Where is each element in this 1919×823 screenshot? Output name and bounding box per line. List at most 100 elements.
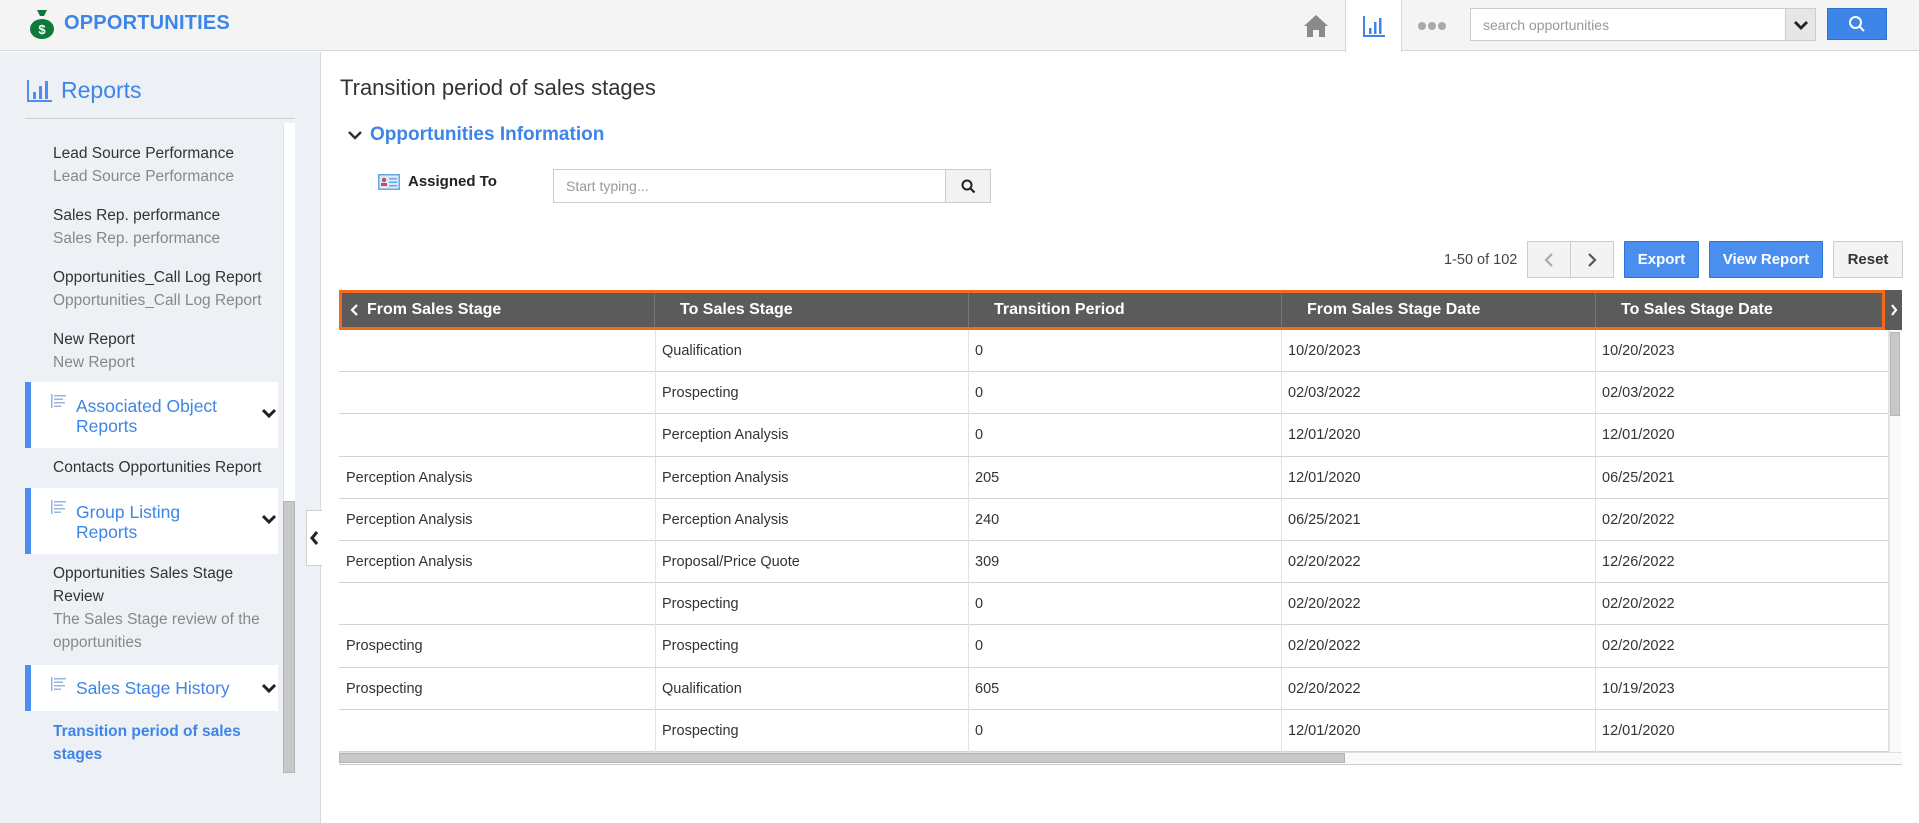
table-cell — [339, 414, 656, 457]
column-header[interactable]: From Sales Stage Date — [1282, 293, 1596, 327]
report-title: Lead Source Performance — [53, 145, 234, 162]
report-title: Contacts Opportunities Report — [53, 459, 262, 476]
search-dropdown-button[interactable] — [1786, 8, 1816, 41]
list-icon — [51, 677, 66, 691]
column-header[interactable]: Transition Period — [969, 293, 1282, 327]
report-table: From Sales Stage To Sales Stage Transition… — [339, 290, 1902, 765]
group-label: Associated Object Reports — [76, 396, 218, 436]
sidebar: Reports Lead Source Performance Lead Sou… — [0, 52, 322, 823]
assigned-to-field — [553, 169, 946, 203]
table-cell: 12/26/2022 — [1596, 540, 1889, 583]
column-header-label: From Sales Stage Date — [1307, 301, 1481, 318]
sidebar-group-sales-stage-history[interactable]: Sales Stage History — [25, 665, 278, 711]
table-row[interactable]: Perception Analysis Proposal/Price Quote 3… — [339, 540, 1889, 584]
table-cell: 06/25/2021 — [1282, 498, 1596, 541]
sidebar-report-item[interactable]: Contacts Opportunities Report — [53, 456, 262, 479]
table-cell: 12/01/2020 — [1282, 456, 1596, 499]
column-header-label: To Sales Stage Date — [1621, 301, 1773, 318]
home-button[interactable] — [1287, 0, 1344, 51]
chevron-left-icon — [1544, 252, 1553, 267]
report-title: Opportunities Sales Stage — [53, 565, 234, 582]
table-row[interactable]: Qualification 0 10/20/2023 10/20/2023 — [339, 330, 1889, 373]
sidebar-title: Reports — [61, 77, 142, 103]
table-row[interactable]: Prospecting Prospecting 0 02/20/2022 02/20/2… — [339, 625, 1889, 668]
report-title: Opportunities_Call Log Report — [53, 269, 262, 286]
contact-card-icon — [378, 173, 400, 190]
bar-chart-icon — [1362, 16, 1385, 37]
app-title[interactable]: OPPORTUNITIES — [64, 12, 230, 35]
table-cell: 205 — [969, 456, 1282, 499]
search-input[interactable] — [1471, 9, 1785, 40]
table-cell: 0 — [969, 583, 1282, 626]
more-dots-icon — [1417, 21, 1446, 30]
report-title: New Report — [53, 331, 135, 348]
table-row[interactable]: Prospecting 0 02/20/2022 02/20/2022 — [339, 583, 1889, 626]
table-row[interactable]: Perception Analysis Perception Analysis 24… — [339, 498, 1889, 541]
sidebar-report-item[interactable]: Sales Rep. performance Sales Rep. perfor… — [53, 204, 220, 250]
chevron-down-icon[interactable] — [262, 514, 276, 524]
list-icon — [51, 500, 66, 514]
table-cell: 02/20/2022 — [1596, 498, 1889, 541]
report-subtitle: Lead Source Performance — [53, 168, 234, 185]
table-cell: 0 — [969, 414, 1282, 457]
home-icon — [1303, 14, 1328, 37]
column-header[interactable]: To Sales Stage — [655, 293, 969, 327]
table-cell: Perception Analysis — [656, 414, 969, 457]
table-cell: 12/01/2020 — [1596, 709, 1889, 752]
chevron-down-icon[interactable] — [262, 683, 276, 693]
sidebar-group-group-listing-reports[interactable]: Group Listing Reports — [25, 488, 278, 554]
assigned-to-label: Assigned To — [378, 173, 497, 190]
sidebar-report-item[interactable]: New Report New Report — [53, 328, 135, 374]
table-cell: Perception Analysis — [339, 540, 656, 583]
table-cell: Prospecting — [339, 625, 656, 668]
table-cell: Proposal/Price Quote — [656, 540, 969, 583]
table-cell: 02/20/2022 — [1596, 625, 1889, 668]
sidebar-report-item-active[interactable]: Transition period of sales stages — [53, 720, 273, 766]
table-cell: 12/01/2020 — [1282, 709, 1596, 752]
table-cell: 0 — [969, 372, 1282, 415]
table-cell: Prospecting — [339, 667, 656, 710]
reset-button[interactable]: Reset — [1833, 241, 1903, 278]
assigned-to-search-button[interactable] — [945, 169, 991, 203]
search-button[interactable] — [1827, 8, 1887, 40]
group-label: Sales Stage History — [76, 678, 230, 698]
chevron-left-icon[interactable] — [350, 303, 360, 317]
table-cell: 0 — [969, 625, 1282, 668]
column-header[interactable]: From Sales Stage — [342, 293, 655, 327]
table-cell — [339, 709, 656, 752]
table-vertical-scrollbar-thumb[interactable] — [1890, 332, 1900, 416]
table-row[interactable]: Perception Analysis Perception Analysis 20… — [339, 456, 1889, 499]
sidebar-group-associated-object-reports[interactable]: Associated Object Reports — [25, 382, 278, 448]
sidebar-report-item[interactable]: Lead Source Performance Lead Source Perf… — [53, 142, 234, 188]
sidebar-scrollbar-thumb[interactable] — [283, 501, 295, 773]
table-cell: 240 — [969, 498, 1282, 541]
table-cell: Perception Analysis — [656, 498, 969, 541]
column-header-label: From Sales Stage — [367, 301, 502, 318]
table-cell: 12/01/2020 — [1596, 414, 1889, 457]
table-cell: 10/20/2023 — [1282, 330, 1596, 372]
more-button[interactable] — [1403, 0, 1460, 51]
svg-text:$: $ — [38, 22, 46, 37]
section-toggle[interactable]: Opportunities Information — [348, 124, 604, 146]
column-header[interactable]: To Sales Stage Date — [1596, 293, 1886, 327]
table-row[interactable]: Perception Analysis 0 12/01/2020 12/01/2020 — [339, 414, 1889, 457]
scroll-columns-right-button[interactable] — [1885, 290, 1902, 330]
export-button[interactable]: Export — [1624, 241, 1699, 278]
sidebar-report-item[interactable]: Opportunities Sales Stage Review The Sal… — [53, 562, 260, 654]
assigned-to-input[interactable] — [554, 170, 945, 202]
table-horizontal-scrollbar-thumb[interactable] — [339, 753, 1345, 763]
table-row[interactable]: Prospecting 0 12/01/2020 12/01/2020 — [339, 709, 1889, 752]
table-row[interactable]: Prospecting Qualification 605 02/20/2022 10/… — [339, 667, 1889, 710]
collapse-sidebar-button[interactable] — [306, 510, 322, 566]
reports-nav-button[interactable] — [1345, 0, 1402, 52]
sidebar-report-item[interactable]: Opportunities_Call Log Report Opportunit… — [53, 266, 262, 312]
report-subtitle: The Sales Stage review of the — [53, 611, 260, 628]
chevron-down-icon[interactable] — [262, 408, 276, 418]
table-row[interactable]: Prospecting 0 02/03/2022 02/03/2022 — [339, 372, 1889, 415]
table-cell: Prospecting — [656, 372, 969, 415]
money-bag-icon: $ — [30, 10, 54, 39]
previous-page-button[interactable] — [1527, 241, 1571, 278]
report-subtitle: New Report — [53, 354, 135, 371]
view-report-button[interactable]: View Report — [1709, 241, 1823, 278]
next-page-button[interactable] — [1570, 241, 1614, 278]
